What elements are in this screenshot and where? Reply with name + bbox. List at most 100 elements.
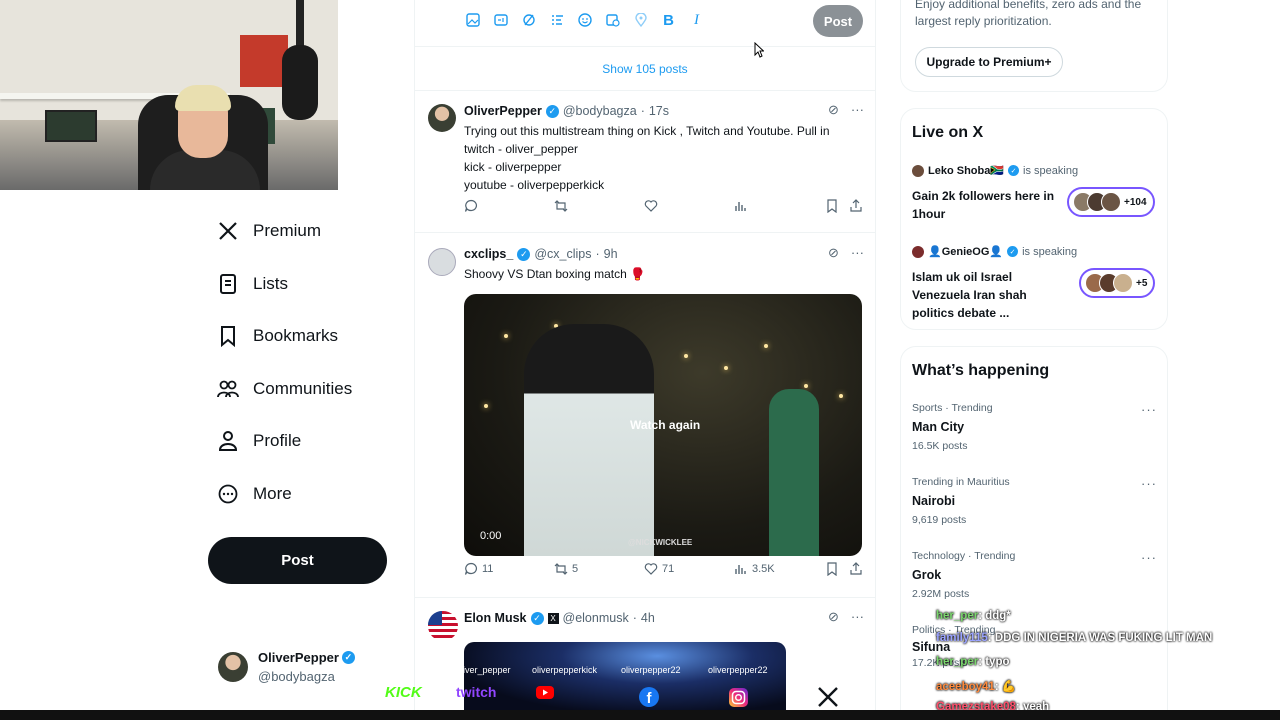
avatar[interactable] <box>428 104 456 132</box>
nav-item-label: Bookmarks <box>253 326 339 345</box>
account-switcher[interactable]: OliverPepper ✓ @bodybagza <box>218 650 355 684</box>
banner-twitch-name: oliver_pepper <box>456 665 511 675</box>
grok-explain-icon[interactable]: ⊘ <box>828 102 839 118</box>
space-listeners[interactable]: +5 <box>1079 268 1156 298</box>
watch-again-button[interactable]: Watch again <box>630 418 700 432</box>
chat-text: : typo <box>978 656 1010 668</box>
more-options-icon[interactable]: ··· <box>851 102 864 118</box>
listener-count: +104 <box>1124 196 1147 208</box>
emoji-icon[interactable] <box>577 10 592 30</box>
space-title[interactable]: Islam uk oil Israel Venezuela Iran shah … <box>912 268 1072 322</box>
reply-icon <box>464 562 478 575</box>
post-time[interactable]: 17s <box>649 104 669 118</box>
grok-icon[interactable] <box>521 10 536 30</box>
composer-post-button[interactable]: Post <box>813 5 863 37</box>
chat-text: : 💪 <box>994 681 1017 693</box>
divider <box>415 597 875 598</box>
grok-explain-icon[interactable]: ⊘ <box>828 245 839 261</box>
nav-item-label: Premium <box>253 221 322 240</box>
post-author-name[interactable]: Elon Musk <box>464 611 527 625</box>
account-handle: @bodybagza <box>258 669 335 684</box>
bookmark-icon[interactable] <box>826 199 838 213</box>
post-author-handle[interactable]: @cx_clips <box>534 247 591 261</box>
reply-button[interactable]: 11 <box>464 562 493 576</box>
nav-item-premium[interactable]: Premium <box>216 216 321 246</box>
image-icon[interactable] <box>465 10 480 30</box>
like-count: 71 <box>662 563 675 575</box>
more-circle-icon <box>216 482 240 506</box>
trend-name: Nairobi <box>912 494 956 508</box>
banner-facebook-name: oliverpepper22 <box>621 665 681 675</box>
chat-user: her_per <box>936 610 979 622</box>
mouse-cursor-icon <box>754 42 764 58</box>
post-time[interactable]: 4h <box>641 611 655 625</box>
post-top-actions: ⊘ ··· <box>828 245 864 261</box>
more-options-icon[interactable]: ··· <box>851 245 864 261</box>
schedule-icon[interactable] <box>605 10 620 30</box>
poll-icon[interactable] <box>549 10 564 30</box>
separator-dot: · <box>640 104 645 118</box>
reply-icon[interactable] <box>464 199 478 213</box>
post-time[interactable]: 9h <box>604 247 618 261</box>
gif-icon[interactable] <box>493 10 508 30</box>
post-author-handle[interactable]: @bodybagza <box>563 104 637 118</box>
trend-item[interactable]: Sports · Trending Man City 16.5K posts ·… <box>912 402 1157 452</box>
upgrade-premium-button[interactable]: Upgrade to Premium+ <box>915 47 1063 77</box>
post-author-name[interactable]: cxclips_ <box>464 247 513 261</box>
repost-icon[interactable] <box>554 199 568 213</box>
trend-name: Man City <box>912 420 965 434</box>
x-affiliate-icon: X <box>547 612 559 624</box>
views-icon[interactable] <box>734 199 748 213</box>
trend-meta: Trending in Mauritius <box>912 476 1010 488</box>
post-text-line: Trying out this multistream thing on Kic… <box>464 124 830 138</box>
trend-name: Grok <box>912 568 942 582</box>
banner-instagram-name: oliverpepper22 <box>708 665 768 675</box>
avatar <box>912 164 924 177</box>
repost-count: 5 <box>572 563 579 575</box>
location-icon[interactable] <box>633 10 648 30</box>
post-text-line: kick - oliverpepper <box>464 160 562 174</box>
trend-item[interactable]: Trending in Mauritius Nairobi 9,619 post… <box>912 476 1157 526</box>
share-icon[interactable] <box>849 199 863 213</box>
chat-text: : ddg* <box>978 610 1011 622</box>
space-listeners[interactable]: +104 <box>1067 187 1155 217</box>
repost-button[interactable]: 5 <box>554 562 578 576</box>
views-button[interactable]: 3.5K <box>734 562 775 576</box>
space-title[interactable]: Gain 2k followers here in 1hour <box>912 187 1062 223</box>
listener-count: +5 <box>1136 277 1148 289</box>
nav-item-bookmarks[interactable]: Bookmarks <box>216 321 338 351</box>
share-icon[interactable] <box>849 562 863 576</box>
trend-meta: Sports · Trending <box>912 402 993 414</box>
nav-item-label: Communities <box>253 379 353 398</box>
chat-message: family115: DDG IN NIGERIA WAS FUKING LIT… <box>936 632 1212 644</box>
reply-count: 11 <box>482 563 494 575</box>
more-options-icon[interactable]: ··· <box>851 609 864 625</box>
like-icon[interactable] <box>644 199 658 213</box>
post-author-handle[interactable]: @elonmusk <box>563 611 629 625</box>
more-options-icon[interactable]: ··· <box>1141 476 1157 491</box>
italic-icon[interactable]: I <box>689 10 704 30</box>
like-button[interactable]: 71 <box>644 562 674 576</box>
space-host: Leko Shoba🇿🇦 ✓ is speaking <box>912 164 1078 177</box>
bold-icon[interactable]: B <box>661 10 676 30</box>
post-button[interactable]: Post <box>208 537 387 584</box>
trend-item[interactable]: Technology · Trending Grok 2.92M posts ·… <box>912 550 1157 600</box>
premium-description: Enjoy additional benefits, zero ads and … <box>915 0 1142 28</box>
nav-item-communities[interactable]: Communities <box>216 374 352 404</box>
show-new-posts-button[interactable]: Show 105 posts <box>415 47 875 90</box>
post-author-name[interactable]: OliverPepper <box>464 104 542 118</box>
nav-item-lists[interactable]: Lists <box>216 269 288 299</box>
grok-explain-icon[interactable]: ⊘ <box>828 609 839 625</box>
webcam-overlay <box>0 0 338 190</box>
views-icon <box>735 565 746 574</box>
instagram-icon <box>729 688 748 707</box>
separator-dot: · <box>595 247 600 261</box>
more-options-icon[interactable]: ··· <box>1141 550 1157 565</box>
bookmark-icon[interactable] <box>826 562 838 576</box>
avatar[interactable] <box>428 248 456 276</box>
more-options-icon[interactable]: ··· <box>1141 402 1157 417</box>
chat-user: her_per <box>936 656 979 668</box>
nav-item-more[interactable]: More <box>216 479 292 509</box>
nav-item-profile[interactable]: Profile <box>216 426 301 456</box>
divider <box>415 232 875 233</box>
